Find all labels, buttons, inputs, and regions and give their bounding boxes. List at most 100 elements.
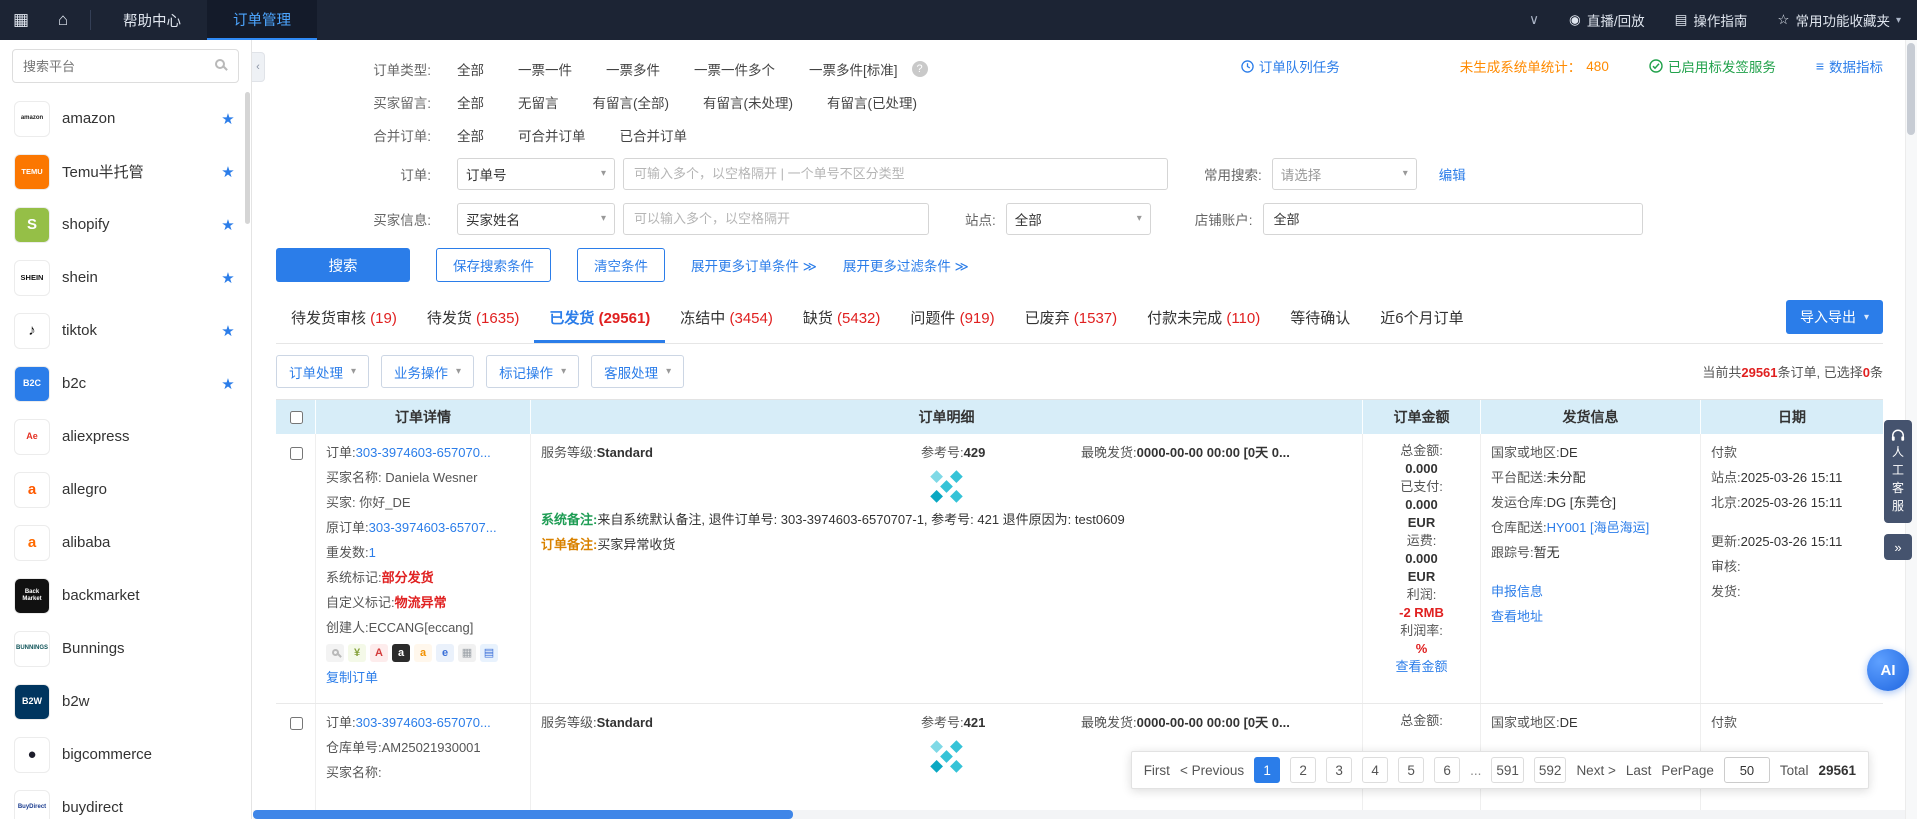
- filter-option[interactable]: 有留言(全部): [593, 92, 670, 112]
- action-button[interactable]: 标记操作▾: [486, 355, 579, 388]
- status-tab[interactable]: 已发货 (29561): [534, 295, 665, 343]
- favorite-star-icon[interactable]: ★: [219, 110, 237, 128]
- status-tab[interactable]: 已废弃 (1537): [1010, 295, 1133, 343]
- filter-option[interactable]: 可合并订单: [518, 125, 586, 145]
- select-all-checkbox[interactable]: [290, 411, 303, 424]
- sidebar-scrollbar[interactable]: [244, 92, 251, 819]
- logistics-icon[interactable]: e: [436, 644, 454, 662]
- sidebar-platform-item[interactable]: B2Cb2c★: [0, 357, 251, 410]
- status-tab[interactable]: 待发货 (1635): [412, 295, 535, 343]
- page-number-button[interactable]: 6: [1434, 757, 1460, 783]
- sidebar-platform-item[interactable]: amazonamazon★: [0, 92, 251, 145]
- clear-conditions-button[interactable]: 清空条件: [577, 248, 665, 282]
- page-number-button[interactable]: 3: [1326, 757, 1352, 783]
- site-select[interactable]: 全部▾: [1006, 203, 1151, 235]
- buyer-field-select[interactable]: 买家姓名▾: [457, 203, 615, 235]
- order-queue-tasks-link[interactable]: 订单队列任务: [1241, 56, 1340, 76]
- sidebar-platform-item[interactable]: aalibaba: [0, 516, 251, 569]
- sidebar-platform-item[interactable]: B2Wb2w: [0, 675, 251, 728]
- favorite-star-icon[interactable]: ★: [219, 216, 237, 234]
- favorite-star-icon[interactable]: ★: [219, 163, 237, 181]
- sidebar-platform-item[interactable]: TEMUTemu半托管★: [0, 145, 251, 198]
- operation-guide-link[interactable]: ▤操作指南: [1675, 10, 1748, 30]
- status-tab[interactable]: 冻结中 (3454): [665, 295, 788, 343]
- order-number-type-select[interactable]: 订单号▾: [457, 158, 615, 190]
- cell-link[interactable]: 303-3974603-65707...: [369, 520, 497, 535]
- order-number-input[interactable]: [623, 158, 1168, 190]
- page-next-button[interactable]: Next >: [1576, 763, 1615, 778]
- main-scrollbar-thumb[interactable]: [1907, 43, 1915, 135]
- cell-link[interactable]: 复制订单: [326, 670, 378, 685]
- cell-link[interactable]: 303-3974603-657070...: [356, 715, 491, 730]
- favorites-menu[interactable]: ☆常用功能收藏夹▾: [1777, 10, 1901, 30]
- more-filter-conditions-link[interactable]: 展开更多过滤条件 ≫: [843, 255, 969, 275]
- favorite-star-icon[interactable]: ★: [219, 375, 237, 393]
- sidebar-platform-item[interactable]: SHEINshein★: [0, 251, 251, 304]
- customer-service-widget[interactable]: 人工客服: [1884, 420, 1912, 523]
- apps-grid-icon[interactable]: ▦: [0, 0, 42, 40]
- filter-option[interactable]: 全部: [457, 59, 484, 79]
- action-button[interactable]: 订单处理▾: [276, 355, 369, 388]
- row-checkbox[interactable]: [290, 447, 303, 460]
- live-replay-link[interactable]: ◉直播/回放: [1569, 10, 1645, 30]
- status-tab[interactable]: 待发货审核 (19): [276, 295, 412, 343]
- import-export-button[interactable]: 导入导出▾: [1786, 300, 1883, 334]
- page-number-button[interactable]: 5: [1398, 757, 1424, 783]
- action-button[interactable]: 客服处理▾: [591, 355, 684, 388]
- buyer-name-input[interactable]: [623, 203, 929, 235]
- page-first-button[interactable]: First: [1144, 763, 1170, 778]
- status-tab[interactable]: 付款未完成 (110): [1132, 295, 1275, 343]
- modules-icon[interactable]: ▦: [458, 644, 476, 662]
- favorite-star-icon[interactable]: ★: [219, 322, 237, 340]
- horizontal-scrollbar[interactable]: [253, 810, 1905, 819]
- status-tab[interactable]: 等待确认: [1275, 295, 1365, 343]
- search-button[interactable]: 搜索: [276, 248, 410, 282]
- note-icon[interactable]: ▤: [480, 644, 498, 662]
- action-button[interactable]: 业务操作▾: [381, 355, 474, 388]
- cell-link[interactable]: 查看金额: [1395, 659, 1447, 674]
- cell-link[interactable]: 303-3974603-657070...: [356, 445, 491, 460]
- sidebar-platform-item[interactable]: ♪tiktok★: [0, 304, 251, 357]
- favorite-star-icon[interactable]: ★: [219, 269, 237, 287]
- filter-option[interactable]: 无留言: [518, 92, 559, 112]
- panel-expand-button[interactable]: »: [1884, 534, 1912, 560]
- platform-search-input[interactable]: [12, 49, 239, 83]
- home-icon[interactable]: ⌂: [42, 0, 84, 40]
- status-tab[interactable]: 缺货 (5432): [788, 295, 896, 343]
- filter-option[interactable]: 一票多件: [606, 59, 660, 79]
- horizontal-scrollbar-thumb[interactable]: [253, 810, 793, 819]
- page-last-button[interactable]: Last: [1626, 763, 1652, 778]
- common-search-select[interactable]: 请选择▾: [1272, 158, 1417, 190]
- data-metrics-link[interactable]: ≡ 数据指标: [1816, 56, 1883, 76]
- status-tab[interactable]: 问题件 (919): [895, 295, 1009, 343]
- sidebar-platform-item[interactable]: Back Marketbackmarket: [0, 569, 251, 622]
- page-number-button[interactable]: 4: [1362, 757, 1388, 783]
- shop-account-input[interactable]: [1263, 203, 1643, 235]
- filter-option[interactable]: 全部: [457, 92, 484, 112]
- platform-icon[interactable]: a: [392, 644, 410, 662]
- row-checkbox[interactable]: [290, 717, 303, 730]
- filter-option[interactable]: 已合并订单: [620, 125, 688, 145]
- page-number-button[interactable]: 2: [1290, 757, 1316, 783]
- filter-option[interactable]: 有留言(已处理): [827, 92, 917, 112]
- sidebar-platform-item[interactable]: aallegro: [0, 463, 251, 516]
- ai-assistant-button[interactable]: AI: [1867, 649, 1909, 691]
- edit-common-search-link[interactable]: 编辑: [1439, 164, 1466, 184]
- perpage-input[interactable]: [1724, 757, 1770, 783]
- page-number-button[interactable]: 1: [1254, 757, 1280, 783]
- filter-option[interactable]: 一票一件多个: [694, 59, 775, 79]
- more-menu-chevron-icon[interactable]: ∨: [1529, 12, 1539, 28]
- filter-option[interactable]: 全部: [457, 125, 484, 145]
- sidebar-collapse-handle[interactable]: ‹: [252, 52, 265, 82]
- status-tab[interactable]: 近6个月订单: [1365, 295, 1478, 343]
- view-detail-icon[interactable]: [326, 644, 344, 662]
- filter-option[interactable]: 有留言(未处理): [703, 92, 793, 112]
- page-number-button[interactable]: 592: [1534, 757, 1567, 783]
- amazon-tag-icon[interactable]: a: [414, 644, 432, 662]
- sidebar-platform-item[interactable]: BUNNINGSBunnings: [0, 622, 251, 675]
- sidebar-platform-item[interactable]: Sshopify★: [0, 198, 251, 251]
- more-order-conditions-link[interactable]: 展开更多订单条件 ≫: [691, 255, 817, 275]
- invoice-icon[interactable]: ¥: [348, 644, 366, 662]
- cell-link[interactable]: 申报信息: [1491, 584, 1543, 599]
- page-prev-button[interactable]: < Previous: [1180, 763, 1244, 778]
